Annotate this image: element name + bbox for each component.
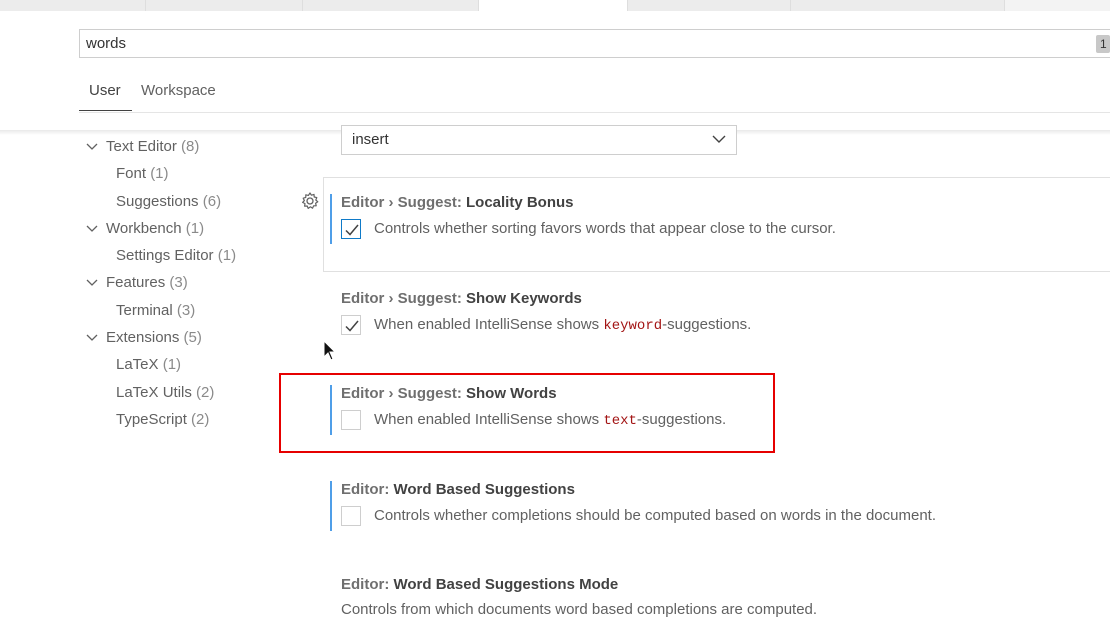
header-divider — [79, 112, 1110, 113]
active-tab-underline — [79, 110, 132, 111]
show-keywords-checkbox[interactable] — [341, 315, 361, 335]
chevron-down-icon[interactable] — [86, 222, 98, 234]
toc-item-typescript[interactable]: TypeScript (2) — [116, 411, 209, 428]
chevron-down-icon — [712, 135, 726, 143]
toc-item-workbench[interactable]: Workbench (1) — [106, 220, 204, 237]
setting-description: Controls from which documents word based… — [341, 601, 818, 618]
toc-item-suggestions[interactable]: Suggestions (6) — [116, 193, 221, 210]
setting-title-word-based-suggestions: Editor: Word Based Suggestions — [341, 481, 575, 498]
tab-workspace[interactable]: Workspace — [141, 82, 216, 99]
check-icon — [345, 320, 359, 332]
toc-item-terminal[interactable]: Terminal (3) — [116, 302, 195, 319]
chevron-down-icon[interactable] — [86, 331, 98, 343]
settings-search-box[interactable]: 1 — [79, 29, 1110, 58]
mouse-cursor-icon — [323, 340, 337, 361]
editor-tab-strip — [0, 0, 1110, 11]
setting-description: Controls whether completions should be c… — [374, 507, 936, 524]
modified-indicator-bar — [330, 194, 332, 244]
suggest-insert-mode-dropdown[interactable]: insert — [341, 125, 737, 155]
editor-tab[interactable] — [146, 0, 303, 11]
toc-item-latex[interactable]: LaTeX (1) — [116, 356, 181, 373]
setting-title-word-based-suggestions-mode: Editor: Word Based Suggestions Mode — [341, 576, 619, 593]
setting-description: When enabled IntelliSense shows keyword-… — [374, 316, 752, 334]
setting-title-locality-bonus: Editor › Suggest: Locality Bonus — [341, 194, 574, 211]
gear-icon[interactable] — [300, 191, 320, 211]
toc-item-extensions[interactable]: Extensions (5) — [106, 329, 202, 346]
word-based-suggestions-checkbox[interactable] — [341, 506, 361, 526]
modified-indicator-bar — [330, 481, 332, 531]
search-result-count-badge: 1 — [1096, 35, 1110, 53]
setting-description: Controls whether sorting favors words th… — [374, 220, 836, 237]
annotation-highlight-box — [279, 373, 775, 453]
chevron-down-icon[interactable] — [86, 140, 98, 152]
dropdown-value: insert — [352, 131, 389, 148]
tab-user[interactable]: User — [89, 82, 121, 99]
setting-title-show-keywords: Editor › Suggest: Show Keywords — [341, 290, 582, 307]
toc-item-features[interactable]: Features (3) — [106, 274, 188, 291]
toc-item-settings-editor[interactable]: Settings Editor (1) — [116, 247, 236, 264]
toc-item-text-editor[interactable]: Text Editor (8) — [106, 138, 199, 155]
chevron-down-icon[interactable] — [86, 276, 98, 288]
editor-tab[interactable] — [791, 0, 1005, 11]
search-input[interactable] — [86, 35, 986, 52]
editor-tab[interactable] — [303, 0, 479, 11]
editor-tab[interactable] — [0, 0, 146, 11]
check-icon — [345, 224, 359, 236]
toc-item-latex-utils[interactable]: LaTeX Utils (2) — [116, 384, 214, 401]
locality-bonus-checkbox[interactable] — [341, 219, 361, 239]
toc-item-font[interactable]: Font (1) — [116, 165, 169, 182]
editor-tab[interactable] — [628, 0, 791, 11]
editor-tab-active[interactable] — [479, 0, 628, 11]
